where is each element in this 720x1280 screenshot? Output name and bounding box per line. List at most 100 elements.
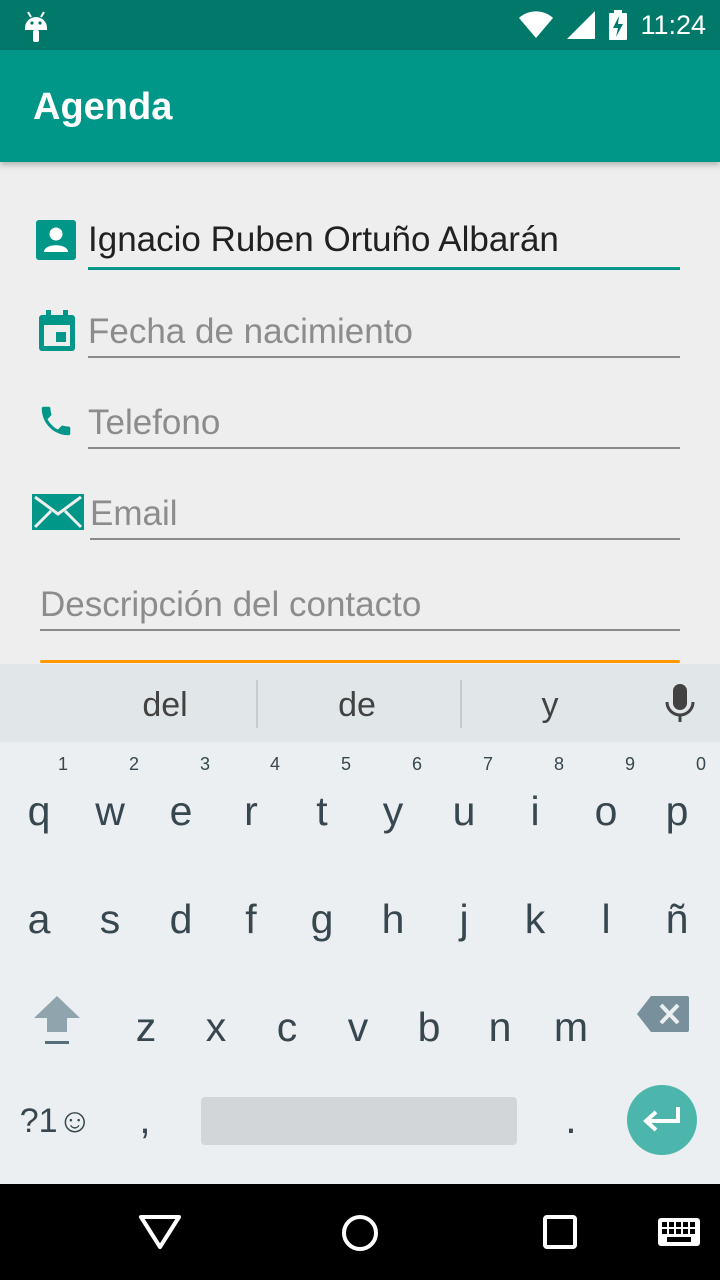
status-time: 11:24 <box>640 9 706 40</box>
birthdate-placeholder: Fecha de nacimiento <box>88 312 413 351</box>
key-x[interactable]: x <box>181 976 251 1076</box>
key-label: c <box>276 1004 298 1050</box>
key-l[interactable]: l <box>571 868 641 968</box>
key-label: v <box>347 1004 369 1050</box>
key-label: t <box>316 788 328 834</box>
android-icon <box>25 11 47 42</box>
back-icon[interactable] <box>138 1214 182 1250</box>
key-m[interactable]: m <box>536 976 606 1076</box>
key-w[interactable]: w2 <box>75 754 145 860</box>
key-number: 2 <box>128 754 139 774</box>
key-label: x <box>205 1004 227 1050</box>
key-number: 5 <box>340 754 351 774</box>
key-a[interactable]: a <box>4 868 74 968</box>
key-number: 0 <box>695 754 706 774</box>
key-s[interactable]: s <box>75 868 145 968</box>
key-label: k <box>524 896 546 942</box>
phone-placeholder: Telefono <box>88 403 221 442</box>
key-u[interactable]: u7 <box>429 754 499 860</box>
suggestion-divider <box>256 680 258 728</box>
enter-key[interactable] <box>627 1085 697 1155</box>
home-icon[interactable] <box>341 1214 379 1252</box>
key-label: i <box>530 788 540 834</box>
keyboard-switch-icon[interactable] <box>658 1218 700 1246</box>
key-label: e <box>169 788 193 834</box>
key-n[interactable]: n <box>465 976 535 1076</box>
key-label: f <box>245 896 257 942</box>
suggestion-item[interactable]: del <box>70 664 260 742</box>
key-label: s <box>99 896 121 942</box>
key-label: ñ <box>665 896 689 942</box>
key-label: z <box>135 1004 157 1050</box>
key-label: b <box>417 1004 441 1050</box>
accent-divider <box>40 660 680 663</box>
key-g[interactable]: g <box>287 868 357 968</box>
key-number: 9 <box>624 754 635 774</box>
mic-icon[interactable] <box>664 684 696 724</box>
key-f[interactable]: f <box>216 868 286 968</box>
key-q[interactable]: q1 <box>4 754 74 860</box>
email-field[interactable]: Email <box>90 494 680 540</box>
key-b[interactable]: b <box>394 976 464 1076</box>
key-r[interactable]: r4 <box>216 754 286 860</box>
suggestion-item[interactable]: y <box>455 664 645 742</box>
key-label: . <box>565 1096 577 1142</box>
enter-icon <box>643 1107 680 1132</box>
key-number: 1 <box>57 754 68 774</box>
description-field[interactable]: Descripción del contacto <box>40 585 680 631</box>
key-y[interactable]: y6 <box>358 754 428 860</box>
contact-icon <box>36 220 76 260</box>
email-icon <box>32 494 84 530</box>
symbols-key[interactable]: ?1☺ <box>14 1082 98 1182</box>
key-label: r <box>244 788 258 834</box>
phone-field[interactable]: Telefono <box>88 403 680 449</box>
key-label: d <box>169 896 193 942</box>
key-z[interactable]: z <box>111 976 181 1076</box>
key-number: 6 <box>411 754 422 774</box>
key-c[interactable]: c <box>252 976 322 1076</box>
email-placeholder: Email <box>90 494 178 533</box>
key-p[interactable]: p0 <box>642 754 712 860</box>
key-label: o <box>594 788 618 834</box>
key-label: m <box>553 1004 589 1050</box>
name-field-value: Ignacio Ruben Ortuño Albarán <box>88 220 559 259</box>
key-number: 8 <box>553 754 564 774</box>
key-number: 3 <box>199 754 210 774</box>
key-enye[interactable]: ñ <box>642 868 712 968</box>
key-k[interactable]: k <box>500 868 570 968</box>
signal-icon <box>567 11 596 39</box>
key-v[interactable]: v <box>323 976 393 1076</box>
recents-icon[interactable] <box>543 1215 577 1249</box>
soft-keyboard: del de y q1 w2 e3 r4 t5 y6 u7 i8 o9 p0 a… <box>0 664 720 1184</box>
comma-key[interactable]: , <box>110 1082 180 1182</box>
key-e[interactable]: e3 <box>146 754 216 860</box>
key-i[interactable]: i8 <box>500 754 570 860</box>
key-label: w <box>95 788 125 834</box>
description-placeholder: Descripción del contacto <box>40 585 422 624</box>
suggestion-strip: del de y <box>0 664 720 742</box>
name-field[interactable]: Ignacio Ruben Ortuño Albarán <box>88 220 680 270</box>
suggestion-item[interactable]: de <box>262 664 452 742</box>
status-bar: 11:24 <box>0 0 720 50</box>
space-bar[interactable] <box>201 1097 517 1145</box>
key-j[interactable]: j <box>429 868 499 968</box>
key-label: n <box>488 1004 512 1050</box>
key-label: a <box>27 896 51 942</box>
key-label: p <box>665 788 689 834</box>
key-label: j <box>459 896 469 942</box>
key-number: 7 <box>482 754 493 774</box>
key-t[interactable]: t5 <box>287 754 357 860</box>
navigation-bar <box>0 1184 720 1280</box>
key-d[interactable]: d <box>146 868 216 968</box>
birthdate-field[interactable]: Fecha de nacimiento <box>88 312 680 358</box>
period-key[interactable]: . <box>536 1082 606 1182</box>
backspace-icon[interactable] <box>637 996 689 1032</box>
key-o[interactable]: o9 <box>571 754 641 860</box>
wifi-icon <box>519 11 554 38</box>
key-label: g <box>310 896 334 942</box>
phone-icon <box>41 406 71 436</box>
key-h[interactable]: h <box>358 868 428 968</box>
key-label: u <box>452 788 476 834</box>
shift-icon[interactable] <box>32 994 82 1046</box>
key-label: l <box>601 896 611 942</box>
